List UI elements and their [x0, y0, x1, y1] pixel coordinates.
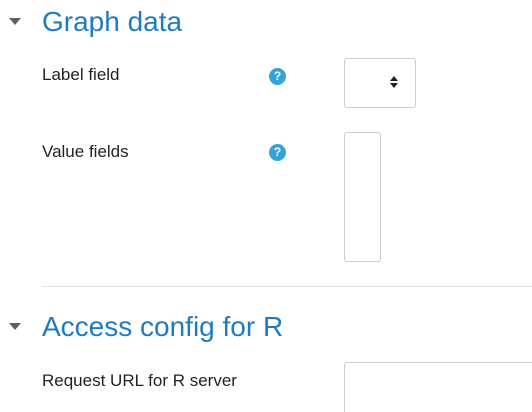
- chevron-down-icon[interactable]: [9, 18, 21, 25]
- label-field-label: Label field: [42, 65, 120, 84]
- select-arrows-icon: [390, 76, 399, 89]
- section-header-graph-data[interactable]: Graph data: [0, 0, 532, 44]
- section-title-access-config: Access config for R: [42, 311, 284, 342]
- request-url-label: Request URL for R server: [42, 371, 237, 390]
- form-page: Graph data Label field ? Value fields ? …: [0, 0, 532, 412]
- chevron-down-icon[interactable]: [9, 323, 21, 330]
- help-icon-value-fields[interactable]: ?: [269, 144, 286, 161]
- value-fields-label: Value fields: [42, 142, 129, 161]
- section-header-access-config[interactable]: Access config for R: [0, 306, 532, 350]
- section-divider: [42, 286, 532, 287]
- section-title-graph-data: Graph data: [42, 6, 183, 37]
- label-field-select[interactable]: [344, 58, 416, 108]
- request-url-input[interactable]: [344, 362, 532, 412]
- help-icon-label-field[interactable]: ?: [269, 68, 286, 85]
- value-fields-multiselect[interactable]: [344, 132, 381, 262]
